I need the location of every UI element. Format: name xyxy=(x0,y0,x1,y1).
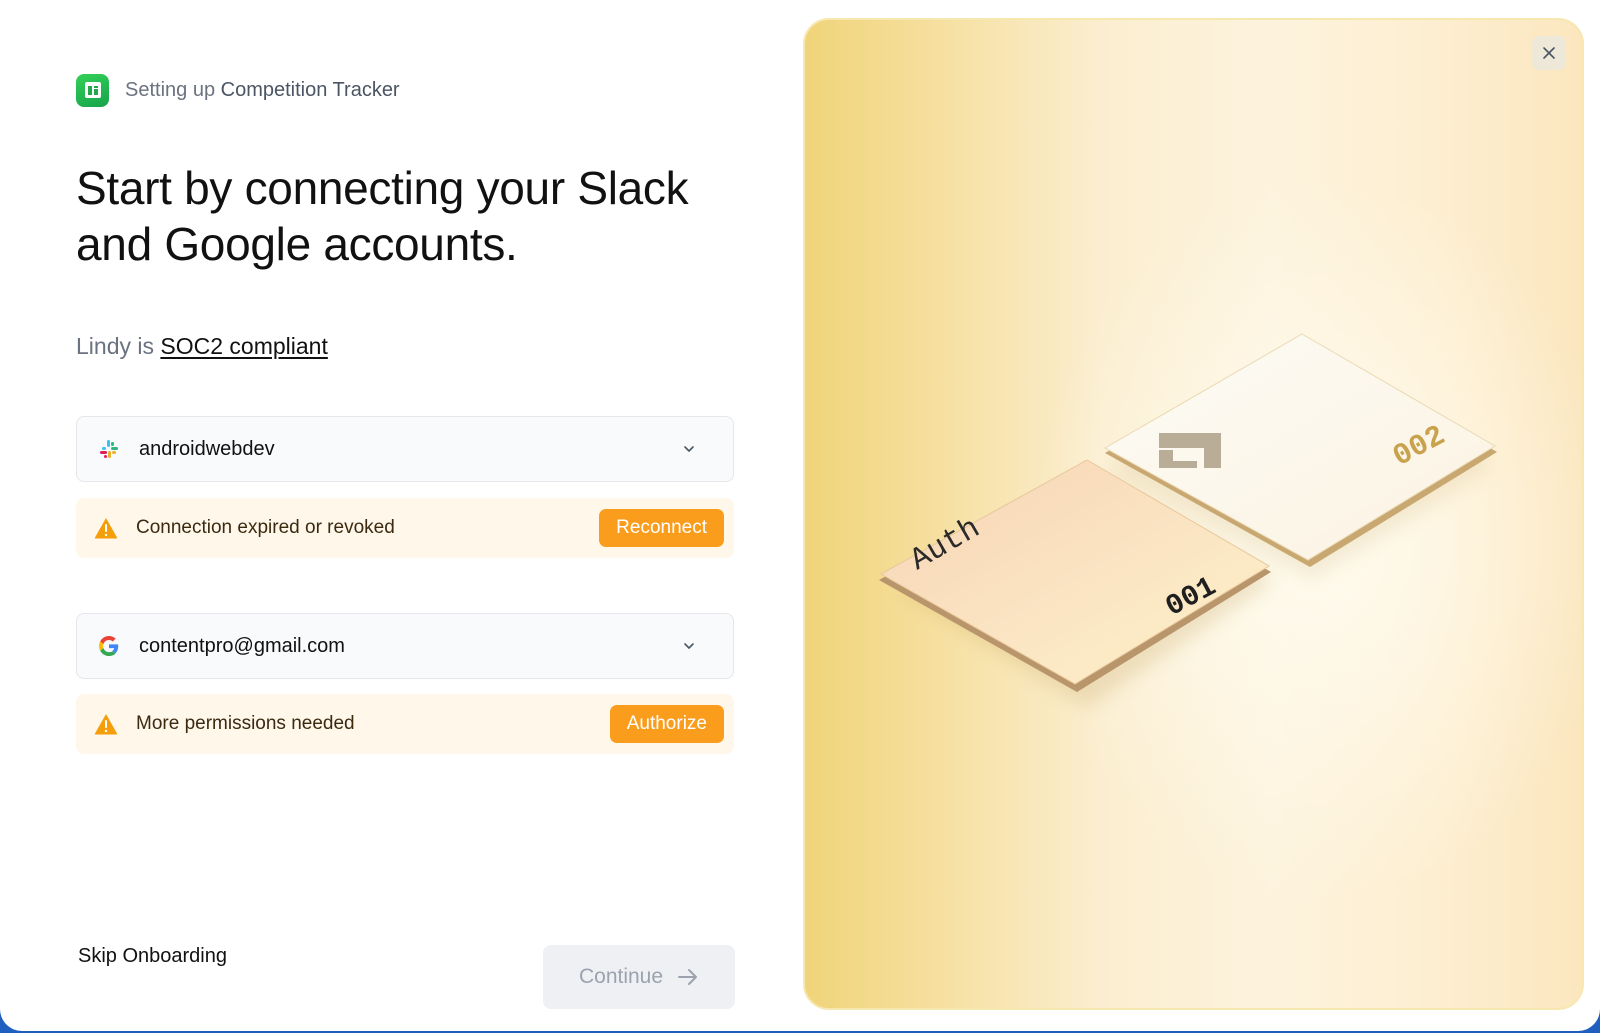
page-title: Start by connecting your Slack and Googl… xyxy=(76,162,689,270)
setup-header: Setting up Competition Tracker xyxy=(76,73,400,107)
google-alert-message: More permissions needed xyxy=(136,713,355,734)
reconnect-button[interactable]: Reconnect xyxy=(599,509,724,547)
chevron-down-icon xyxy=(679,439,699,459)
auth-illustration: 002 Auth 001 xyxy=(879,333,1497,708)
google-alert: More permissions needed Authorize xyxy=(76,694,734,754)
app-name: Competition Tracker xyxy=(220,78,400,101)
continue-button[interactable]: Continue xyxy=(543,945,735,1009)
slack-alert-message: Connection expired or revoked xyxy=(136,517,395,538)
compliance-note: Lindy is SOC2 compliant xyxy=(76,333,328,360)
arrow-right-icon xyxy=(678,969,698,985)
soc2-link[interactable]: SOC2 compliant xyxy=(160,333,327,359)
warning-icon xyxy=(94,712,118,736)
slack-alert: Connection expired or revoked Reconnect xyxy=(76,498,734,558)
warning-icon xyxy=(94,516,118,540)
setup-prefix: Setting up xyxy=(125,78,216,101)
setup-title: Setting up Competition Tracker xyxy=(125,79,400,102)
slack-account-select[interactable]: androidwebdev xyxy=(76,416,734,482)
google-icon xyxy=(97,634,121,658)
slack-workspace-label: androidwebdev xyxy=(139,437,275,460)
illustration-panel: 002 Auth 001 xyxy=(803,18,1584,1010)
compliance-prefix: Lindy is xyxy=(76,333,154,359)
authorize-button[interactable]: Authorize xyxy=(609,705,724,743)
app-logo-icon xyxy=(76,73,109,107)
chevron-down-icon xyxy=(679,636,699,656)
onboarding-modal: Setting up Competition Tracker Start by … xyxy=(0,0,1600,1031)
left-panel: Setting up Competition Tracker Start by … xyxy=(0,0,800,1031)
google-account-label: contentpro@gmail.com xyxy=(139,634,345,657)
google-account-select[interactable]: contentpro@gmail.com xyxy=(76,613,734,679)
continue-label: Continue xyxy=(578,965,664,988)
slack-icon xyxy=(97,437,121,461)
skip-onboarding-link[interactable]: Skip Onboarding xyxy=(78,945,227,968)
